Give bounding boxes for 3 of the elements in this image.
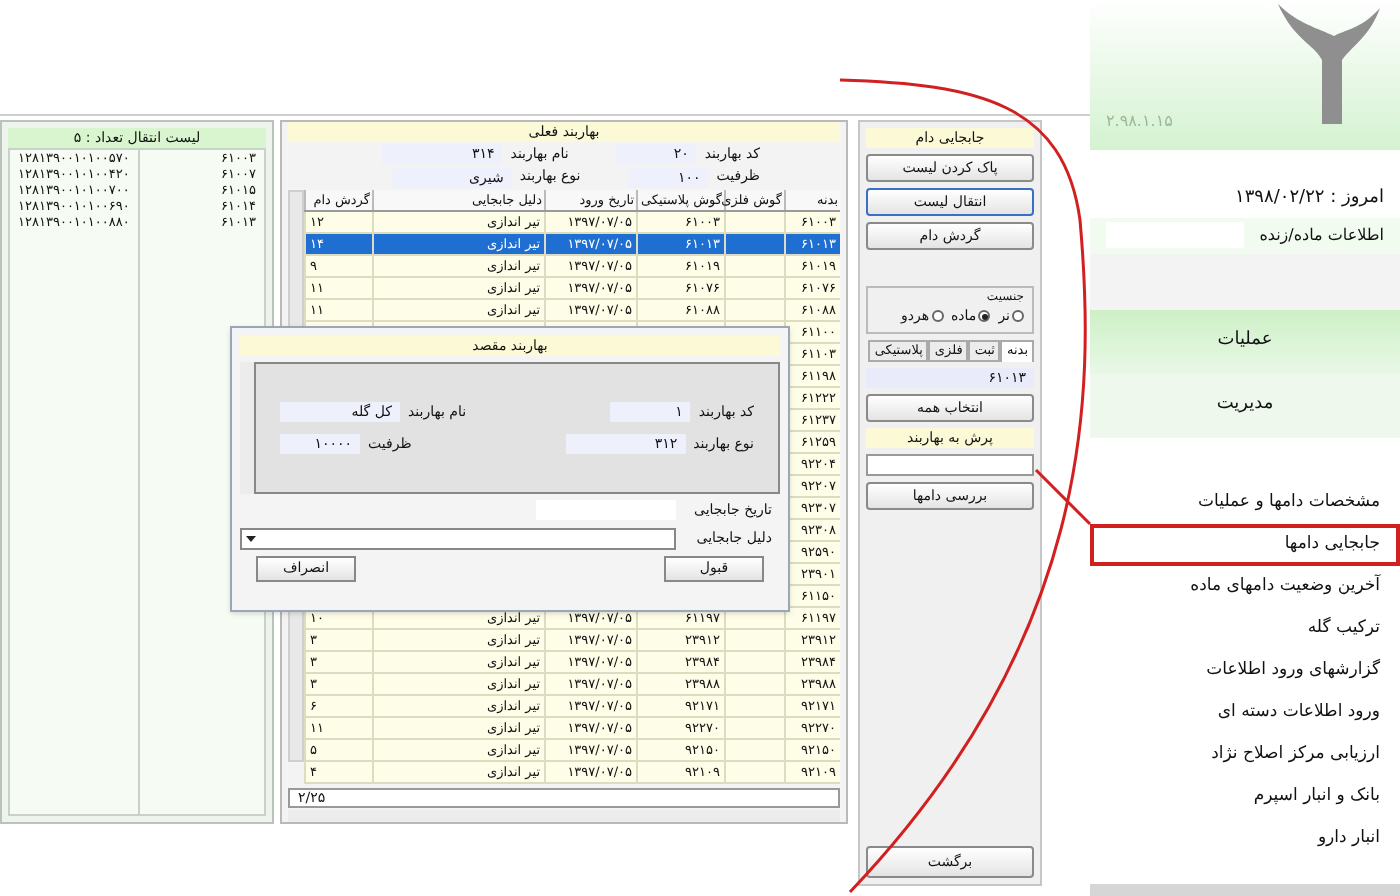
version-label: ۲.۹۸.۱.۱۵ [1106,110,1173,134]
info-label: اطلاعات ماده/زنده [1259,223,1384,247]
date-label: امروز : ۱۳۹۸/۰۲/۲۲ [1233,186,1386,212]
